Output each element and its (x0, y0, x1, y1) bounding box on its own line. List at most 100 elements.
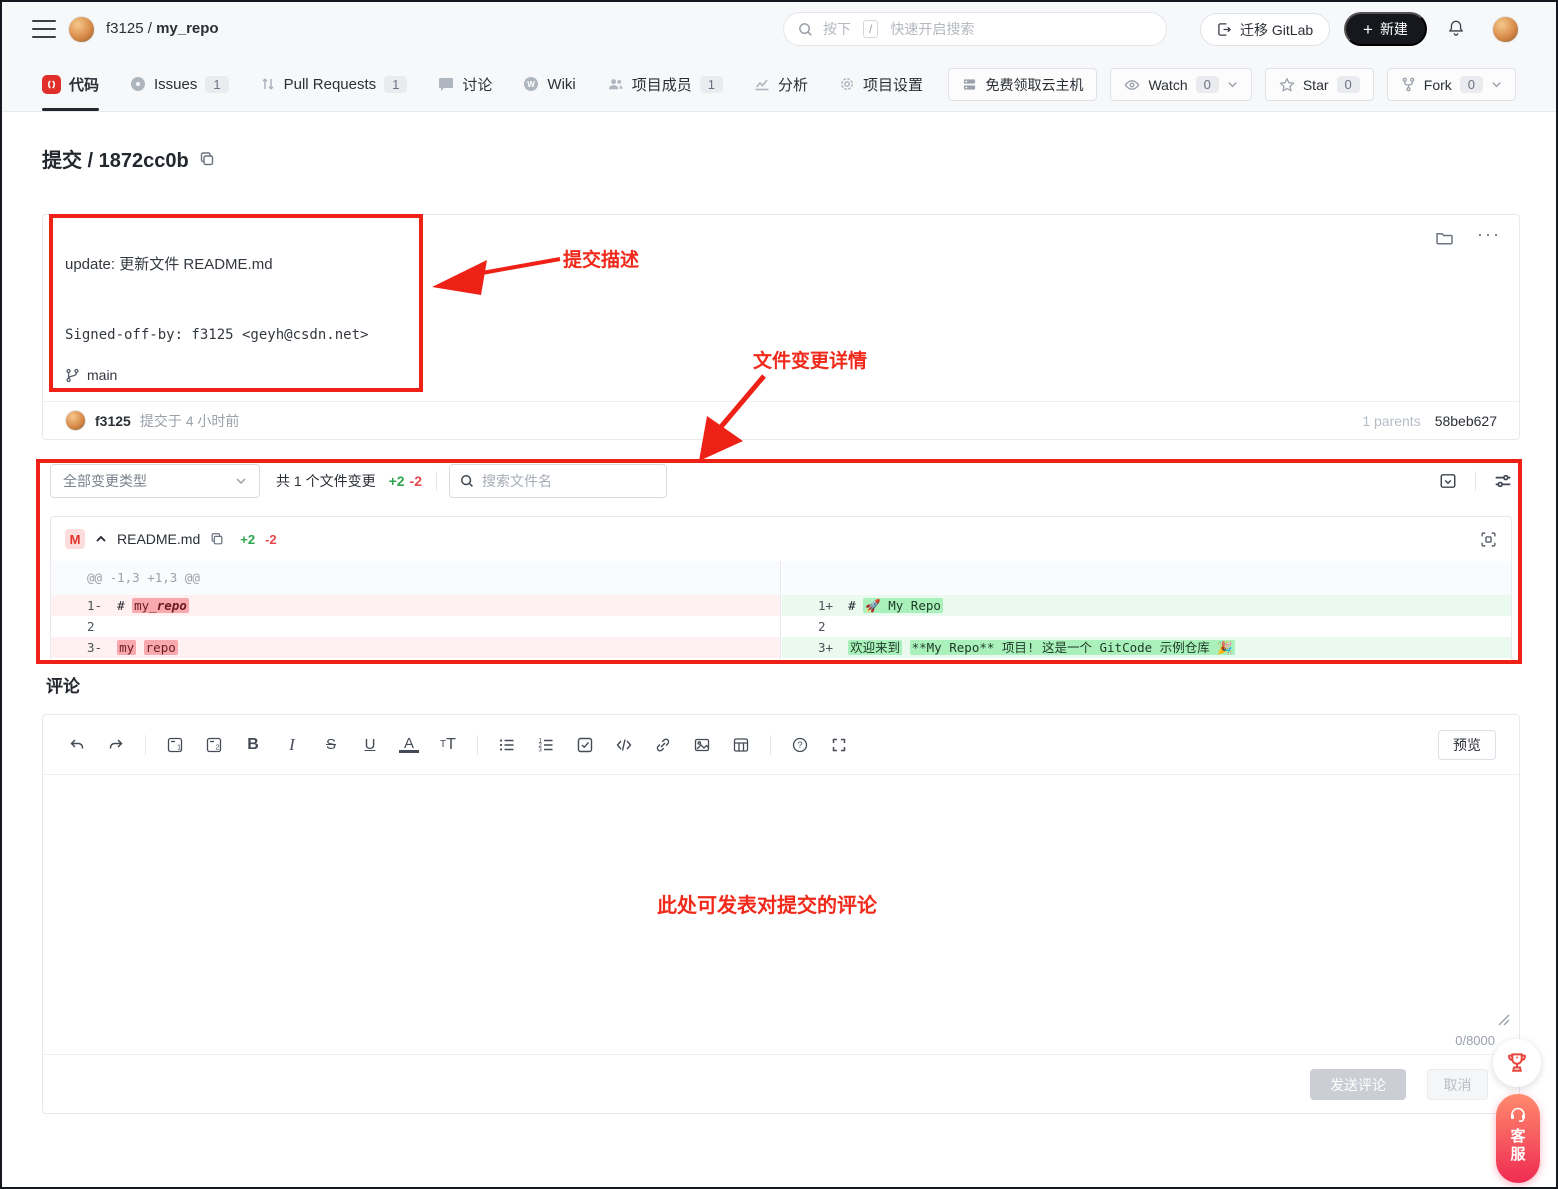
gitcode-commit-page: f3125 / my_repo 按下/快速开启搜索 迁移 GitLab +新建 (0, 0, 1558, 1189)
tab-settings[interactable]: 项目设置 (839, 57, 923, 111)
chevron-down-icon[interactable] (1491, 79, 1502, 90)
file-search-box[interactable] (449, 464, 667, 498)
tab-code[interactable]: 代码 (42, 57, 99, 111)
file-deletions: -2 (265, 532, 277, 547)
comments-heading: 评论 (46, 672, 80, 697)
global-search-input[interactable]: 按下/快速开启搜索 (783, 12, 1167, 46)
copy-filename-icon[interactable] (210, 532, 224, 546)
headset-icon (1508, 1104, 1528, 1124)
star-icon (1279, 77, 1295, 93)
link-icon[interactable] (653, 735, 673, 755)
diff-line-ctx-2: 2 (51, 616, 780, 637)
copy-sha-icon[interactable] (199, 151, 215, 167)
notification-bell-icon[interactable] (1446, 18, 1466, 38)
migrate-gitlab-button[interactable]: 迁移 GitLab (1200, 13, 1330, 46)
strikethrough-icon[interactable]: S (321, 735, 341, 755)
comment-input[interactable] (43, 775, 1519, 1056)
heading2-icon[interactable]: 2 (204, 735, 224, 755)
bullet-list-icon[interactable] (497, 735, 517, 755)
diff-line-del-3: 3-my repo (51, 637, 780, 658)
diff-settings-sliders-icon[interactable] (1494, 472, 1512, 490)
breadcrumb-repo[interactable]: my_repo (156, 20, 219, 37)
cancel-button[interactable]: 取消 (1427, 1069, 1488, 1100)
issue-icon (130, 76, 146, 92)
tab-analytics[interactable]: 分析 (754, 57, 808, 111)
task-list-icon[interactable] (575, 735, 595, 755)
tab-members[interactable]: 项目成员 1 (607, 57, 723, 111)
file-search-input[interactable] (482, 473, 642, 489)
discussion-icon (438, 76, 454, 92)
font-size-icon[interactable]: TT (438, 735, 458, 755)
diff-line-add-1: 1+# 🚀 My Repo (782, 595, 1511, 616)
wiki-icon: W (523, 76, 539, 92)
hamburger-menu-icon[interactable] (32, 20, 56, 38)
server-icon (962, 77, 977, 92)
new-button[interactable]: +新建 (1344, 12, 1427, 46)
customer-service-button[interactable]: 客服 (1496, 1094, 1540, 1183)
gear-icon (839, 76, 855, 92)
diff-line-ctx-2: 2 (782, 616, 1511, 637)
plus-icon: + (1363, 21, 1373, 38)
ordered-list-icon[interactable]: 123 (536, 735, 556, 755)
undo-icon[interactable] (67, 735, 87, 755)
tab-discussions[interactable]: 讨论 (438, 57, 492, 111)
issues-count-badge: 1 (205, 76, 228, 93)
diff-new-pane: 1+# 🚀 My Repo 2 3+欢迎来到 **My Repo** 项目! 这… (782, 561, 1511, 661)
collapse-file-chevron-icon[interactable] (95, 533, 107, 545)
file-changes-toolbar: 全部变更类型 共 1 个文件变更 +2 -2 (50, 464, 1512, 498)
bold-icon[interactable]: B (243, 735, 263, 755)
changes-summary: 共 1 个文件变更 (276, 471, 376, 491)
commit-branch[interactable]: main (65, 367, 117, 383)
table-icon[interactable] (731, 735, 751, 755)
user-avatar[interactable] (1492, 16, 1519, 43)
send-comment-button[interactable]: 发送评论 (1310, 1069, 1406, 1100)
diff-view: @@ -1,3 +1,3 @@ 1-# my_repo 2 3-my repo … (51, 561, 1511, 661)
committer-name[interactable]: f3125 (95, 413, 131, 429)
free-cloud-host-button[interactable]: 免费领取云主机 (948, 68, 1097, 101)
fork-button[interactable]: Fork 0 (1387, 68, 1516, 101)
rewards-trophy-button[interactable] (1493, 1039, 1541, 1087)
browse-files-folder-icon[interactable] (1435, 229, 1453, 247)
commit-meta-row: f3125 提交于 4 小时前 1 parents 58beb627 (43, 401, 1519, 439)
commit-message: update: 更新文件 README.md (65, 253, 273, 274)
code-block-icon[interactable] (614, 735, 634, 755)
committer-avatar[interactable] (65, 410, 86, 431)
star-button[interactable]: Star 0 (1265, 68, 1374, 101)
more-actions-icon[interactable]: ··· (1477, 229, 1501, 247)
code-icon (42, 75, 61, 94)
heading1-icon[interactable]: 1 (165, 735, 185, 755)
comment-editor: 1 2 B I S U A TT 123 ? 预览 0/8000 发送 (42, 714, 1520, 1114)
tab-issues[interactable]: Issues 1 (130, 57, 229, 111)
breadcrumb-user[interactable]: f3125 (106, 20, 144, 37)
commit-signoff: Signed-off-by: f3125 <geyh@csdn.net> (65, 327, 368, 343)
migrate-icon (1217, 22, 1232, 37)
preview-button[interactable]: 预览 (1438, 730, 1496, 760)
file-additions: +2 (240, 532, 255, 547)
view-file-fullscreen-icon[interactable] (1480, 531, 1497, 548)
repo-owner-avatar[interactable] (68, 16, 95, 43)
service-label: 客服 (1510, 1128, 1526, 1164)
collapse-all-icon[interactable] (1439, 472, 1457, 490)
italic-icon[interactable]: I (282, 735, 302, 755)
file-name[interactable]: README.md (117, 531, 200, 547)
underline-icon[interactable]: U (360, 735, 380, 755)
image-icon[interactable] (692, 735, 712, 755)
parent-sha-link[interactable]: 58beb627 (1435, 413, 1497, 429)
chevron-down-icon[interactable] (1227, 79, 1238, 90)
breadcrumb[interactable]: f3125 / my_repo (106, 20, 219, 37)
char-counter: 0/8000 (1455, 1033, 1495, 1048)
tab-pull-requests[interactable]: Pull Requests 1 (260, 57, 408, 111)
watch-button[interactable]: Watch 0 (1110, 68, 1251, 101)
pull-request-icon (260, 76, 276, 92)
help-icon[interactable]: ? (790, 735, 810, 755)
change-type-select[interactable]: 全部变更类型 (50, 464, 260, 498)
analytics-chart-icon (754, 76, 770, 92)
diff-line-add-3: 3+欢迎来到 **My Repo** 项目! 这是一个 GitCode 示例仓库… (782, 637, 1511, 658)
redo-icon[interactable] (106, 735, 126, 755)
resize-handle[interactable] (1495, 1011, 1511, 1027)
fullscreen-icon[interactable] (829, 735, 849, 755)
font-color-icon[interactable]: A (399, 736, 419, 753)
diff-line-del-1: 1-# my_repo (51, 595, 780, 616)
tab-wiki[interactable]: W Wiki (523, 57, 575, 111)
hunk-header: @@ -1,3 +1,3 @@ (51, 561, 780, 595)
